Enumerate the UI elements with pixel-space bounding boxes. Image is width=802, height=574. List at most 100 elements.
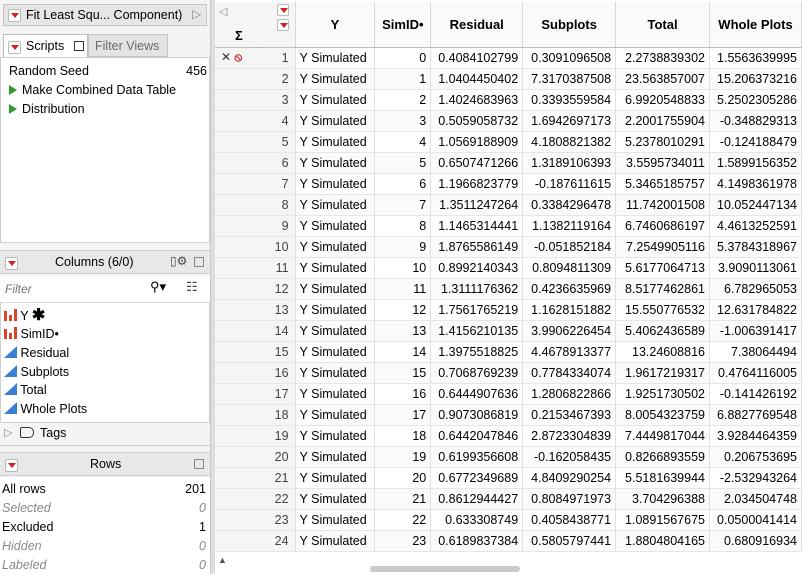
table-row[interactable]: ✕ ⦸ 1 Y Simulated 0 0.4084102799 0.3091096508… <box>215 47 802 69</box>
cell-total[interactable]: 13.24608816 <box>615 341 710 363</box>
col-header-residual[interactable]: Residual <box>430 2 524 48</box>
select-all-arrow-icon[interactable]: ◁ <box>219 5 227 18</box>
rows-red-triangle-icon[interactable] <box>5 459 18 473</box>
table-row[interactable]: 11 Y Simulated 10 0.8992140343 0.8094811309 5… <box>215 257 802 279</box>
table-row[interactable]: 12 Y Simulated 11 1.3111176362 0.4236635969 8… <box>215 278 802 300</box>
row-number[interactable]: 7 <box>215 173 296 195</box>
cell-simid[interactable]: 15 <box>374 362 432 384</box>
cell-total[interactable]: 1.9251730502 <box>615 383 710 405</box>
cell-residual[interactable]: 0.9073086819 <box>430 404 524 426</box>
cell-whole-plots[interactable]: 2.034504748 <box>709 488 802 510</box>
column-item-y[interactable]: Y ✱ <box>4 307 45 325</box>
cell-subplots[interactable]: 4.8409290254 <box>522 467 617 489</box>
scripts-red-triangle-icon[interactable] <box>8 41 21 55</box>
cell-simid[interactable]: 7 <box>374 194 432 216</box>
row-number[interactable]: 18 <box>215 404 296 426</box>
cell-residual[interactable]: 0.6442047846 <box>430 425 524 447</box>
column-item-simid[interactable]: SimID• <box>4 325 59 343</box>
tab-scripts[interactable]: Scripts <box>3 34 88 58</box>
cell-whole-plots[interactable]: 6.8827769548 <box>709 404 802 426</box>
cell-simid[interactable]: 20 <box>374 467 432 489</box>
cell-whole-plots[interactable]: 15.206373216 <box>709 68 802 90</box>
cell-subplots[interactable]: 0.3393559584 <box>522 89 617 111</box>
cell-whole-plots[interactable]: -1.006391417 <box>709 320 802 342</box>
cell-total[interactable]: 1.8804804165 <box>615 530 710 552</box>
columns-filter-input[interactable] <box>3 279 147 299</box>
cell-whole-plots[interactable]: 1.5563639995 <box>709 47 802 69</box>
table-row[interactable]: 15 Y Simulated 14 1.3975518825 4.4678913377 1… <box>215 341 802 363</box>
cell-subplots[interactable]: 0.3091096508 <box>522 47 617 69</box>
columns-close-box-icon[interactable] <box>194 257 204 267</box>
cell-total[interactable]: 3.5595734011 <box>615 152 710 174</box>
cell-y[interactable]: Y Simulated <box>295 299 376 321</box>
cell-total[interactable]: 5.2378010291 <box>615 131 710 153</box>
cell-total[interactable]: 7.4449817044 <box>615 425 710 447</box>
cell-simid[interactable]: 17 <box>374 404 432 426</box>
cell-subplots[interactable]: 4.4678913377 <box>522 341 617 363</box>
table-row[interactable]: 8Y Simulated 7 1.3511247264 0.3384296478 11.… <box>215 194 802 216</box>
cell-whole-plots[interactable]: 6.782965053 <box>709 278 802 300</box>
row-number[interactable]: 19 <box>215 425 296 447</box>
cell-simid[interactable]: 18 <box>374 425 432 447</box>
cell-subplots[interactable]: -0.051852184 <box>522 236 617 258</box>
cell-whole-plots[interactable]: 4.1498361978 <box>709 173 802 195</box>
row-number[interactable]: 11 <box>215 257 296 279</box>
cell-y[interactable]: Y Simulated <box>295 194 376 216</box>
cell-total[interactable]: 15.550776532 <box>615 299 710 321</box>
cell-subplots[interactable]: 2.8723304839 <box>522 425 617 447</box>
cell-y[interactable]: Y Simulated <box>295 404 376 426</box>
title-red-triangle-icon[interactable] <box>8 9 21 23</box>
table-row[interactable]: 21 Y Simulated 20 0.6772349689 4.8409290254 5… <box>215 467 802 489</box>
cell-subplots[interactable]: 3.9906226454 <box>522 320 617 342</box>
cell-subplots[interactable]: 0.2153467393 <box>522 404 617 426</box>
tab-filter-views[interactable]: Filter Views <box>88 34 168 57</box>
filter-options-icon[interactable]: ☷ <box>186 279 198 295</box>
cell-subplots[interactable]: -0.187611615 <box>522 173 617 195</box>
col-header-simid[interactable]: SimID• <box>374 2 432 48</box>
column-item-residual[interactable]: Residual <box>4 344 69 362</box>
cell-total[interactable]: 5.5181639944 <box>615 467 710 489</box>
cell-residual[interactable]: 0.8612944427 <box>430 488 524 510</box>
table-row[interactable]: 10 Y Simulated 9 1.8765586149 -0.051852184 7.… <box>215 236 802 258</box>
cell-whole-plots[interactable]: 4.4613252591 <box>709 215 802 237</box>
cell-subplots[interactable]: 7.3170387508 <box>522 68 617 90</box>
sigma-icon[interactable]: Σ <box>235 28 243 43</box>
table-row[interactable]: 14 Y Simulated 13 1.4156210135 3.9906226454 5… <box>215 320 802 342</box>
tags-row[interactable]: ▷ Tags <box>0 423 210 446</box>
table-row[interactable]: 3Y Simulated 2 1.4024683963 0.3393559584 6.9… <box>215 89 802 111</box>
row-number[interactable]: 21 <box>215 467 296 489</box>
cell-y[interactable]: Y Simulated <box>295 320 376 342</box>
cell-simid[interactable]: 14 <box>374 341 432 363</box>
horizontal-scrollbar[interactable] <box>370 566 520 572</box>
row-number[interactable]: ✕ ⦸ 1 <box>215 47 296 69</box>
cell-y[interactable]: Y Simulated <box>295 509 376 531</box>
cell-total[interactable]: 2.2738839302 <box>615 47 710 69</box>
cell-y[interactable]: Y Simulated <box>295 215 376 237</box>
table-row[interactable]: 19 Y Simulated 18 0.6442047846 2.8723304839 7… <box>215 425 802 447</box>
cell-simid[interactable]: 11 <box>374 278 432 300</box>
row-number[interactable]: 22 <box>215 488 296 510</box>
cell-y[interactable]: Y Simulated <box>295 68 376 90</box>
table-row[interactable]: 22 Y Simulated 21 0.8612944427 0.8084971973 3… <box>215 488 802 510</box>
table-row[interactable]: 24 Y Simulated 23 0.6189837384 0.5805797441 1… <box>215 530 802 552</box>
row-number[interactable]: 9 <box>215 215 296 237</box>
cell-total[interactable]: 8.0054323759 <box>615 404 710 426</box>
cell-subplots[interactable]: 0.5805797441 <box>522 530 617 552</box>
cell-simid[interactable]: 16 <box>374 383 432 405</box>
table-row[interactable]: 18 Y Simulated 17 0.9073086819 0.2153467393 8… <box>215 404 802 426</box>
cell-whole-plots[interactable]: -0.348829313 <box>709 110 802 132</box>
script-random-seed[interactable]: Random Seed 456 <box>9 62 207 80</box>
cell-total[interactable]: 0.8266893559 <box>615 446 710 468</box>
cell-total[interactable]: 5.6177064713 <box>615 257 710 279</box>
cell-whole-plots[interactable]: -2.532943264 <box>709 467 802 489</box>
table-row[interactable]: 4Y Simulated 3 0.5059058732 1.6942697173 2.2… <box>215 110 802 132</box>
cell-total[interactable]: 5.3465185757 <box>615 173 710 195</box>
cell-residual[interactable]: 0.6189837384 <box>430 530 524 552</box>
table-row[interactable]: 7Y Simulated 6 1.1966823779 -0.187611615 5.3… <box>215 173 802 195</box>
table-row[interactable]: 20 Y Simulated 19 0.6199356608 -0.162058435 0… <box>215 446 802 468</box>
cell-subplots[interactable]: 1.1628151882 <box>522 299 617 321</box>
table-row[interactable]: 17 Y Simulated 16 0.6444907636 1.2806822866 1… <box>215 383 802 405</box>
cell-residual[interactable]: 1.1966823779 <box>430 173 524 195</box>
cell-whole-plots[interactable]: 5.3784318967 <box>709 236 802 258</box>
cell-residual[interactable]: 0.633308749 <box>430 509 524 531</box>
